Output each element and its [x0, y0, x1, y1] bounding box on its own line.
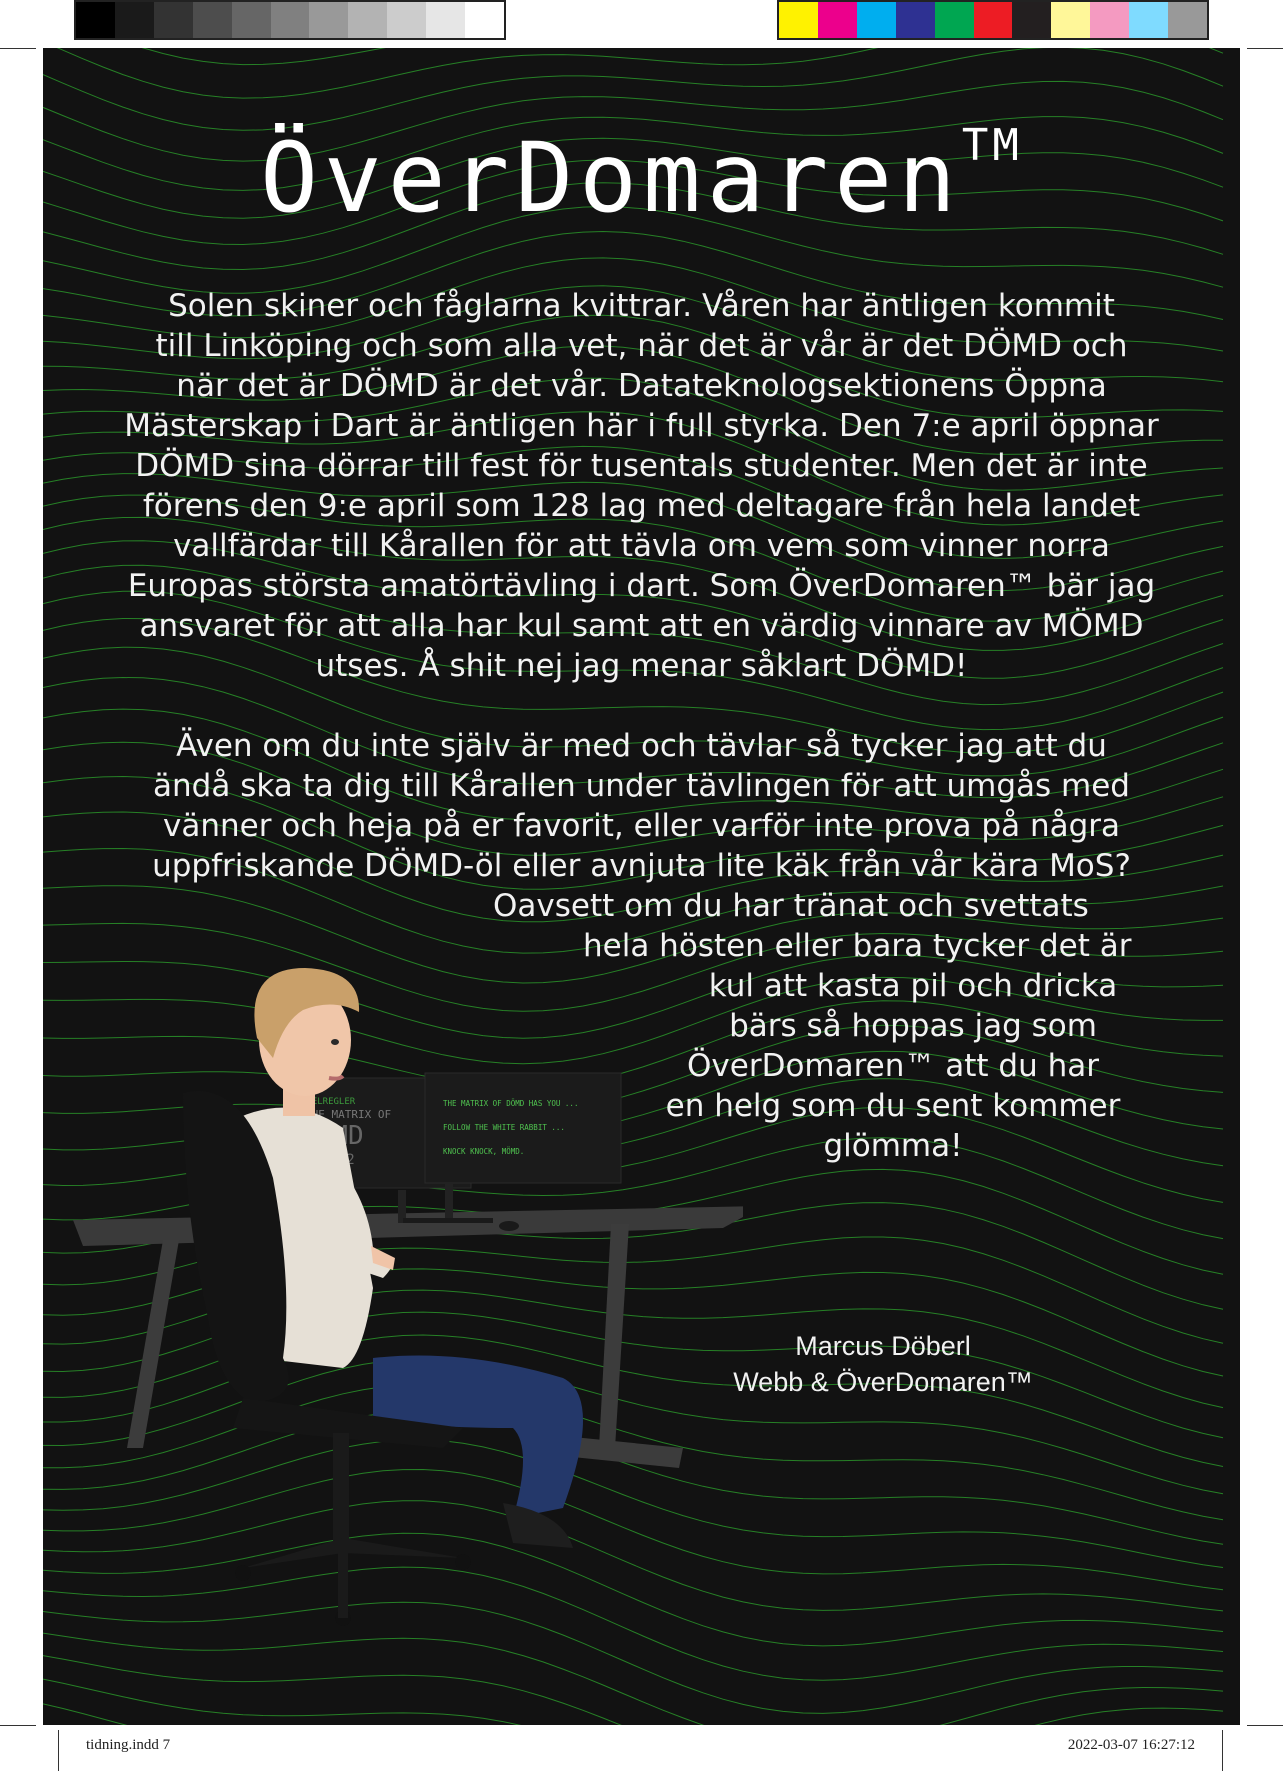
crop-mark — [1222, 1730, 1223, 1771]
gray-swatch — [192, 2, 232, 38]
magazine-page: ÖverDomarenTM Solen skiner och fåglarna … — [43, 48, 1240, 1725]
desk-leg-right — [599, 1224, 629, 1448]
person-at-desk-illustration: SPELREGLER THE MATRIX OF DÖMD 2022 THE M… — [73, 968, 743, 1626]
text-line: ansvaret för att alla har kul samt att e… — [139, 608, 1144, 644]
color-swatch — [817, 2, 857, 38]
second-paragraph: Även om du inte själv är med och tävlar … — [103, 726, 1180, 886]
wave-line — [141, 48, 386, 66]
svg-text:FOLLOW THE WHITE RABBIT ...: FOLLOW THE WHITE RABBIT ... — [443, 1123, 565, 1132]
crop-mark — [1247, 1725, 1283, 1726]
gray-swatch — [231, 2, 271, 38]
color-swatch — [1129, 2, 1169, 38]
text-line: ändå ska ta dig till Kårallen under tävl… — [153, 768, 1130, 804]
color-swatch — [1051, 2, 1091, 38]
gray-swatch — [348, 2, 388, 38]
gray-swatch — [387, 2, 427, 38]
text-line: DÖMD sina dörrar till fest för tusentals… — [135, 448, 1148, 484]
grayscale-calibration-bar — [74, 0, 506, 40]
gray-swatch — [270, 2, 310, 38]
gray-swatch — [309, 2, 349, 38]
text-line: utses. Å shit nej jag menar såklart DÖMD… — [315, 648, 968, 684]
text-line: Europas största amatörtävling i dart. So… — [127, 568, 1156, 604]
crop-mark — [0, 1725, 36, 1726]
text-line: Solen skiner och fåglarna kvittrar. Våre… — [168, 288, 1115, 324]
wave-line — [43, 48, 1224, 131]
gray-swatch — [76, 2, 115, 38]
text-line: till Linköping och som alla vet, när det… — [155, 328, 1128, 364]
text-line: vänner och heja på er favorit, eller var… — [162, 808, 1121, 844]
slug-timestamp: 2022-03-07 16:27:12 — [1067, 1737, 1195, 1753]
gray-swatch — [465, 2, 504, 38]
intro-paragraph: Solen skiner och fåglarna kvittrar. Våre… — [103, 286, 1180, 686]
mouse — [499, 1221, 519, 1231]
text-line: när det är DÖMD är det vår. Datateknolog… — [176, 368, 1107, 404]
text-line: uppfriskande DÖMD-öl eller avnjuta lite … — [152, 848, 1131, 884]
color-calibration-bar — [777, 0, 1209, 40]
wave-line — [56, 48, 1224, 99]
slug-filename: tidning.indd 7 — [86, 1737, 171, 1753]
gray-swatch — [114, 2, 154, 38]
color-swatch — [895, 2, 935, 38]
text-line: Även om du inte själv är med och tävlar … — [176, 728, 1107, 764]
text-line: förens den 9:e april som 128 lag med del… — [142, 488, 1141, 524]
text-line: Oavsett om du har tränat och svettats — [493, 888, 1089, 924]
crop-mark — [0, 48, 36, 49]
gray-swatch — [426, 2, 466, 38]
svg-text:THE MATRIX OF DÖMD HAS YOU ...: THE MATRIX OF DÖMD HAS YOU ... — [443, 1099, 578, 1108]
office-chair-base — [243, 1538, 463, 1568]
text-line: vallfärdar till Kårallen för att tävla o… — [173, 528, 1110, 564]
text-line: Mästerskap i Dart är äntligen här i full… — [124, 408, 1159, 444]
color-swatch — [1168, 2, 1207, 38]
color-swatch — [934, 2, 974, 38]
crop-mark — [58, 1730, 59, 1771]
color-swatch — [856, 2, 896, 38]
page-title: ÖverDomarenTM — [260, 120, 1023, 234]
color-swatch — [1090, 2, 1130, 38]
svg-text:KNOCK KNOCK, MÖMD.: KNOCK KNOCK, MÖMD. — [443, 1147, 524, 1156]
gray-swatch — [153, 2, 193, 38]
color-swatch — [779, 2, 818, 38]
trademark-mark: TM — [961, 120, 1023, 171]
desk-leg-left — [127, 1240, 179, 1448]
color-swatch — [973, 2, 1013, 38]
color-swatch — [1012, 2, 1052, 38]
keyboard — [403, 1218, 493, 1223]
crop-mark — [1247, 48, 1283, 49]
